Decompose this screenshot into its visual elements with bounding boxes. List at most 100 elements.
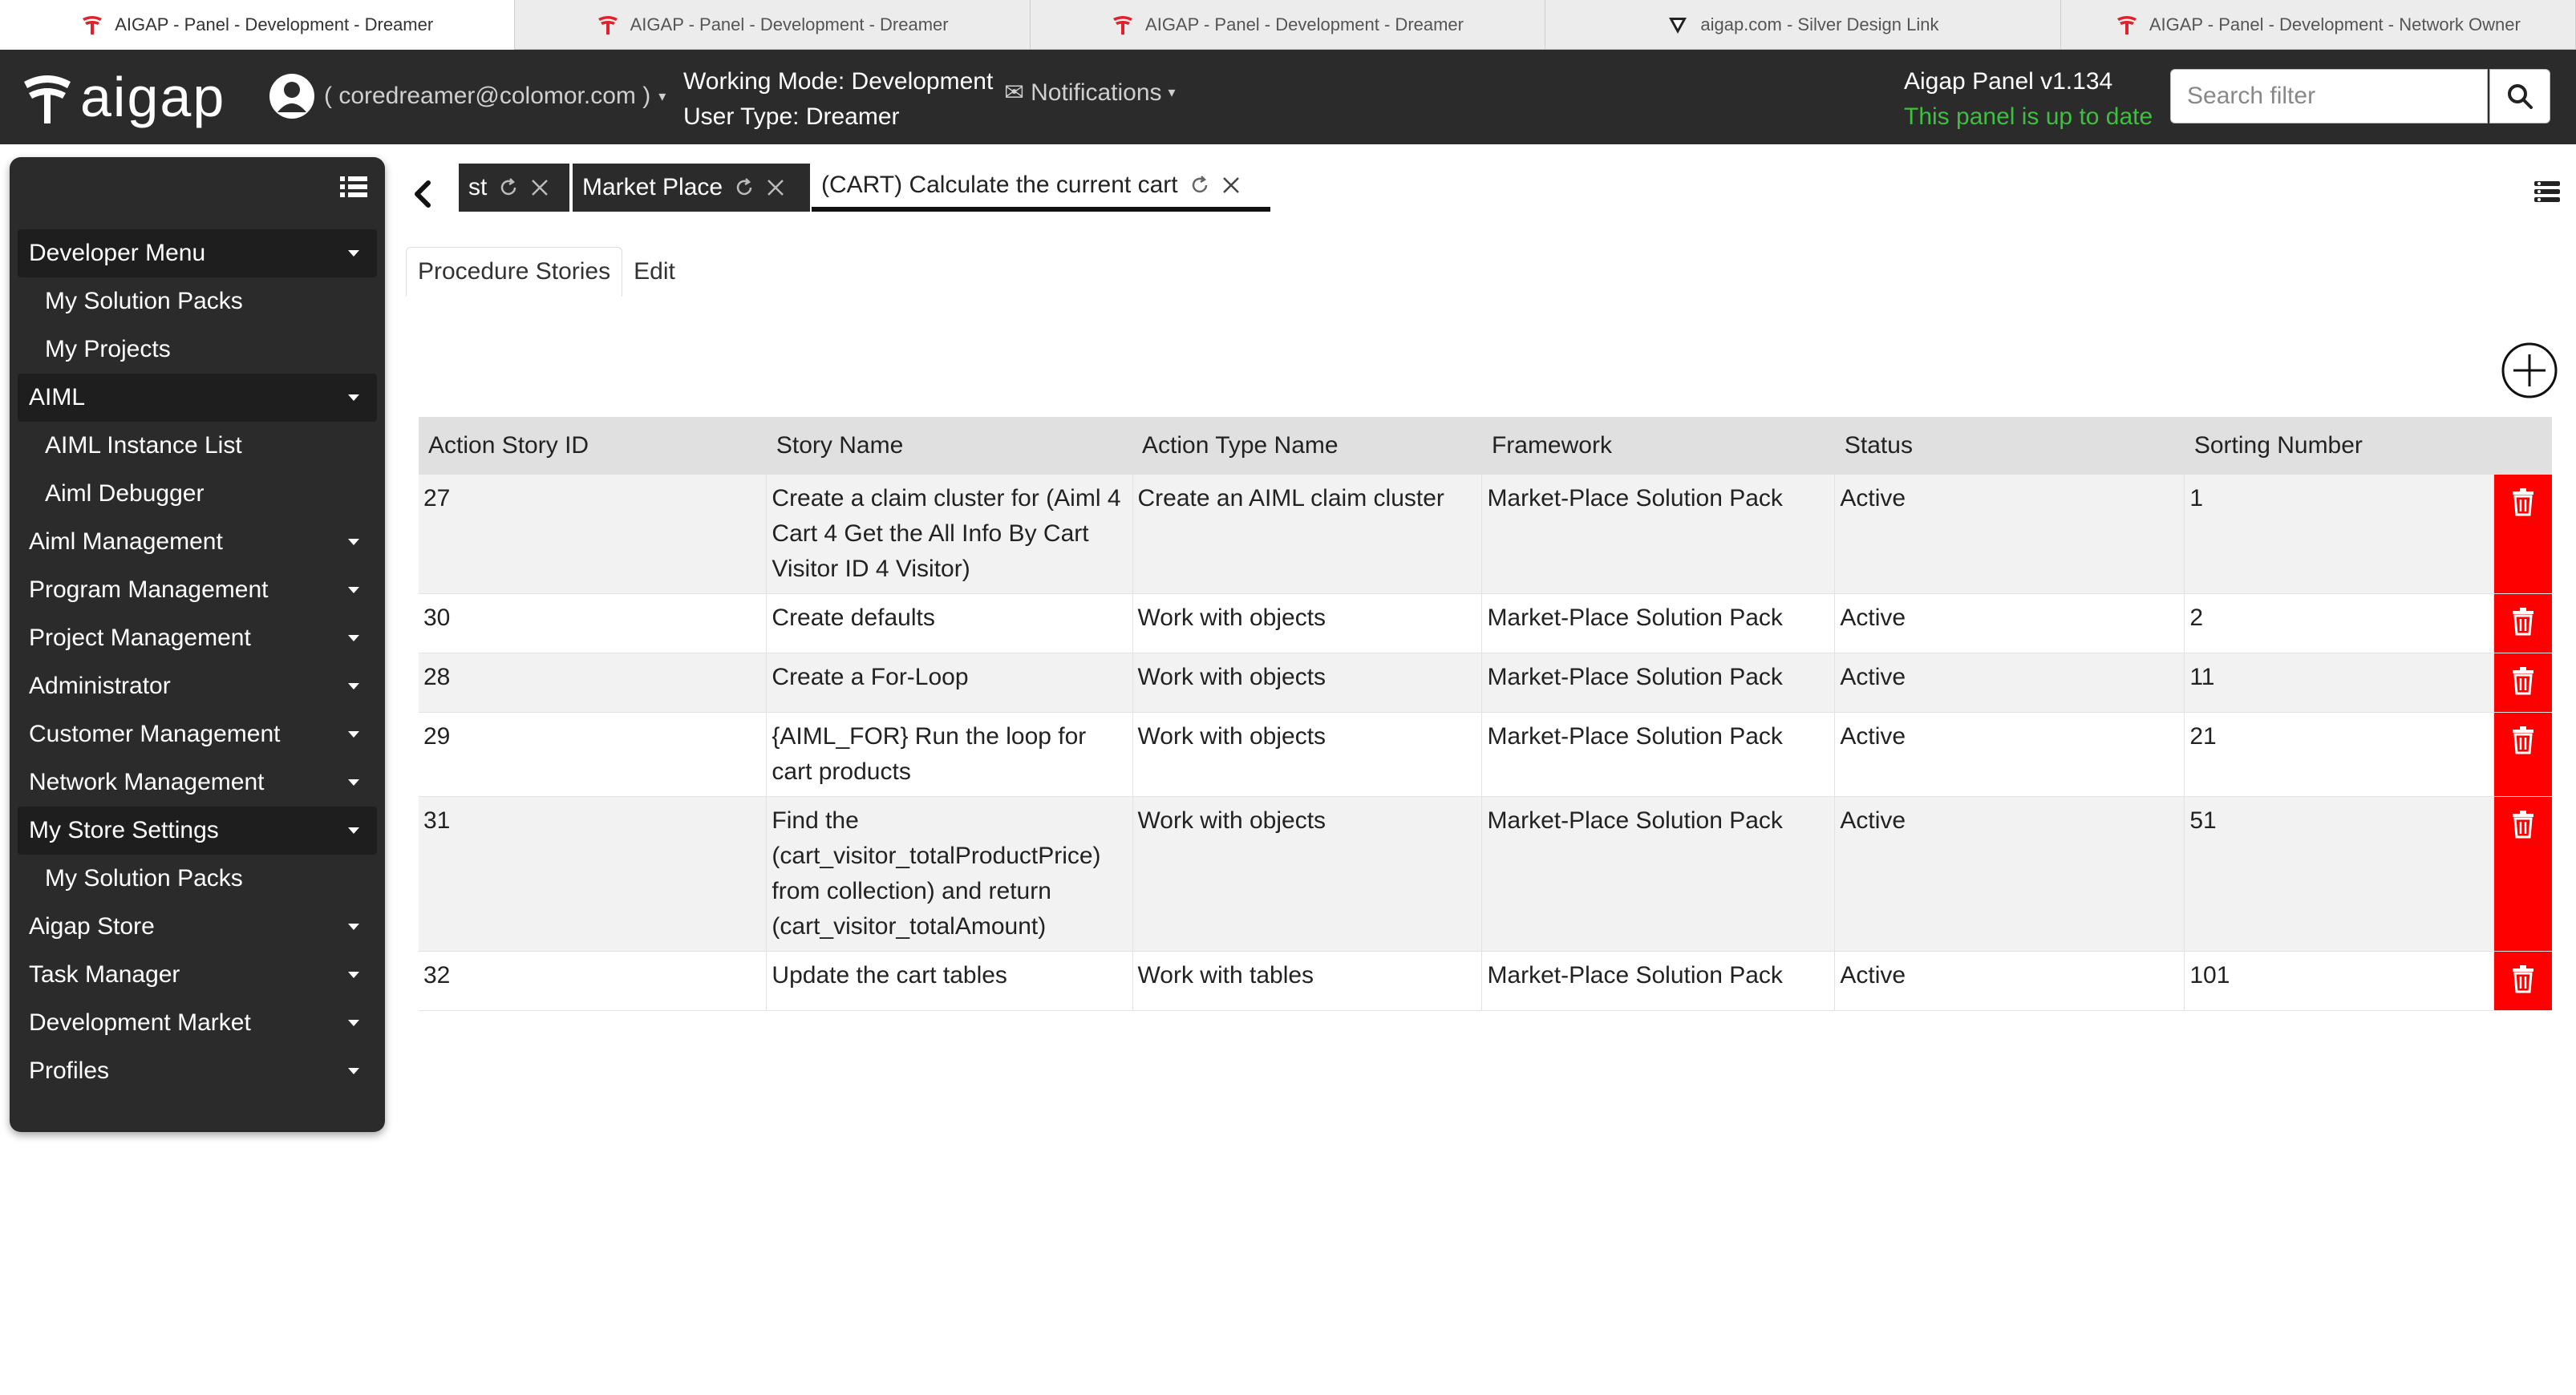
cell-framework: Market-Place Solution Pack xyxy=(1481,796,1836,952)
add-button[interactable] xyxy=(2501,342,2558,399)
sidebar-item-aiml-instance-list[interactable]: AIML Instance List xyxy=(18,422,377,470)
cell-action-type: Work with objects xyxy=(1132,796,1483,952)
sidebar-item-label: Aigap Store xyxy=(29,913,155,940)
trash-icon xyxy=(2512,726,2533,754)
sidebar-item-project-management[interactable]: Project Management xyxy=(18,614,377,662)
top-header: aigap ( coredreamer@colomor.com ) ▾ Work… xyxy=(0,50,2576,144)
close-icon[interactable] xyxy=(766,178,785,197)
cell-id: 28 xyxy=(419,653,768,713)
user-email: ( coredreamer@colomor.com ) xyxy=(324,83,651,109)
search-button[interactable] xyxy=(2489,69,2550,123)
refresh-icon[interactable] xyxy=(734,177,755,198)
tab-procedure-stories[interactable]: Procedure Stories xyxy=(406,247,623,297)
delete-button[interactable] xyxy=(2493,796,2552,952)
refresh-icon[interactable] xyxy=(498,177,519,198)
sidebar-item-my-projects[interactable]: My Projects xyxy=(18,326,377,374)
sub-tabs: Procedure Stories Edit xyxy=(406,247,687,297)
cell-id: 30 xyxy=(419,593,768,653)
search-input[interactable] xyxy=(2170,69,2488,123)
delete-button[interactable] xyxy=(2493,951,2552,1011)
panel-version: Aigap Panel v1.134 xyxy=(1904,68,2113,95)
sidebar-item-label: My Solution Packs xyxy=(45,288,243,314)
sidebar-item-label: Customer Management xyxy=(29,721,281,747)
caret-down-icon xyxy=(348,779,359,786)
column-header[interactable]: Action Story ID xyxy=(419,417,767,475)
aigap-logo-icon xyxy=(24,75,71,123)
sidebar-item-my-solution-packs[interactable]: My Solution Packs xyxy=(18,277,377,326)
sidebar-item-label: Development Market xyxy=(29,1009,251,1036)
sidebar-item-label: Network Management xyxy=(29,769,265,795)
sidebar-item-developer-menu[interactable]: Developer Menu xyxy=(18,229,377,277)
sidebar-item-label: Profiles xyxy=(29,1057,110,1084)
close-icon[interactable] xyxy=(1221,176,1241,195)
envelope-icon: ✉ xyxy=(1004,79,1025,106)
table-row[interactable]: 31 Find the (cart_visitor_totalProductPr… xyxy=(419,796,2552,952)
notifications-menu[interactable]: ✉ Notifications ▾ xyxy=(1004,79,1176,107)
workspace-tab-label: Market Place xyxy=(582,174,723,200)
sidebar-item-aiml-management[interactable]: Aiml Management xyxy=(18,518,377,566)
user-menu[interactable]: ( coredreamer@colomor.com ) ▾ xyxy=(268,72,666,120)
delete-button[interactable] xyxy=(2493,712,2552,797)
sidebar-item-network-management[interactable]: Network Management xyxy=(18,758,377,807)
cell-story-name: {AIML_FOR} Run the loop for cart product… xyxy=(766,712,1133,797)
workspace-tab[interactable]: Market Place xyxy=(573,164,810,212)
column-header[interactable]: Story Name xyxy=(766,417,1133,475)
notifications-label: Notifications xyxy=(1031,79,1162,106)
working-mode: Working Mode: Development xyxy=(683,68,994,95)
sidebar-item-administrator[interactable]: Administrator xyxy=(18,662,377,710)
sidebar-item-development-market[interactable]: Development Market xyxy=(18,999,377,1047)
browser-tab[interactable]: AIGAP - Panel - Development - Dreamer xyxy=(515,0,1031,50)
workspace-tab-active[interactable]: (CART) Calculate the current cart xyxy=(812,164,1270,212)
browser-tab[interactable]: AIGAP - Panel - Development - Network Ow… xyxy=(2061,0,2576,50)
browser-tab[interactable]: AIGAP - Panel - Development - Dreamer xyxy=(0,0,516,50)
browser-tab[interactable]: AIGAP - Panel - Development - Dreamer xyxy=(1031,0,1546,50)
workspace-tab[interactable]: st xyxy=(459,164,569,212)
caret-down-icon xyxy=(348,731,359,738)
trash-icon xyxy=(2512,811,2533,839)
tab-edit[interactable]: Edit xyxy=(622,247,687,297)
update-status: This panel is up to date xyxy=(1904,103,2153,130)
column-header[interactable]: Status xyxy=(1834,417,2185,475)
sidebar-item-my-store-settings[interactable]: My Store Settings xyxy=(18,807,377,855)
close-icon[interactable] xyxy=(530,178,549,197)
browser-tab[interactable]: aigap.com - Silver Design Link xyxy=(1545,0,2061,50)
sidebar-item-aigap-store[interactable]: Aigap Store xyxy=(18,903,377,951)
column-header[interactable]: Action Type Name xyxy=(1132,417,1482,475)
procedure-stories-table: Action Story ID Story Name Action Type N… xyxy=(419,417,2552,1011)
table-row[interactable]: 28 Create a For-Loop Work with objects M… xyxy=(419,653,2552,713)
table-row[interactable]: 27 Create a claim cluster for (Aiml 4 Ca… xyxy=(419,475,2552,594)
cell-status: Active xyxy=(1834,593,2185,653)
sidebar-item-task-manager[interactable]: Task Manager xyxy=(18,951,377,999)
cell-action-type: Create an AIML claim cluster xyxy=(1132,475,1483,594)
caret-down-icon xyxy=(348,539,359,545)
delete-button[interactable] xyxy=(2493,653,2552,713)
refresh-icon[interactable] xyxy=(1189,175,1210,196)
sidebar-item-store-solution-packs[interactable]: My Solution Packs xyxy=(18,855,377,903)
search-icon xyxy=(2508,84,2533,109)
column-header[interactable]: Sorting Number xyxy=(2184,417,2494,475)
table-row[interactable]: 29 {AIML_FOR} Run the loop for cart prod… xyxy=(419,712,2552,797)
delete-button[interactable] xyxy=(2493,475,2552,594)
sidebar-item-customer-management[interactable]: Customer Management xyxy=(18,710,377,758)
browser-tab-title: aigap.com - Silver Design Link xyxy=(1700,14,1939,34)
sidebar-item-aiml-debugger[interactable]: Aiml Debugger xyxy=(18,470,377,518)
table-row[interactable]: 30 Create defaults Work with objects Mar… xyxy=(419,593,2552,653)
chevron-left-icon[interactable] xyxy=(411,178,435,210)
caret-down-icon xyxy=(348,827,359,834)
delete-button[interactable] xyxy=(2493,593,2552,653)
aigap-logo[interactable]: aigap xyxy=(22,67,225,127)
table-row[interactable]: 32 Update the cart tables Work with tabl… xyxy=(419,951,2552,1011)
version-info: Aigap Panel v1.134 This panel is up to d… xyxy=(1904,64,2153,135)
cell-action-type: Work with objects xyxy=(1132,593,1483,653)
browser-tab-title: AIGAP - Panel - Development - Dreamer xyxy=(630,14,949,34)
sidebar-item-aiml[interactable]: AIML xyxy=(18,374,377,422)
sidebar-item-program-management[interactable]: Program Management xyxy=(18,566,377,614)
aigap-favicon-icon xyxy=(83,16,103,34)
sidebar-item-profiles[interactable]: Profiles xyxy=(18,1047,377,1095)
settings-menu-icon[interactable] xyxy=(2534,180,2560,204)
list-toggle-icon[interactable] xyxy=(340,175,367,199)
cell-story-name: Find the (cart_visitor_totalProductPrice… xyxy=(766,796,1133,952)
column-header[interactable]: Framework xyxy=(1481,417,1835,475)
chevron-down-icon: ▾ xyxy=(1168,84,1176,100)
sidebar-item-label: Administrator xyxy=(29,673,171,699)
